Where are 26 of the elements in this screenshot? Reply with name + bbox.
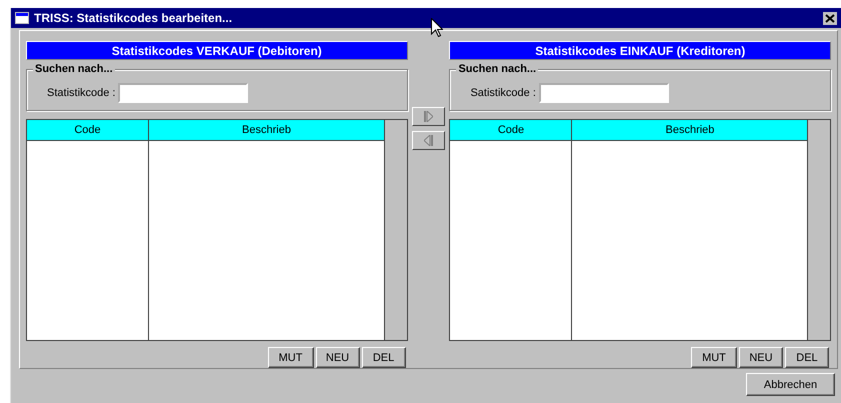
window-icon: [15, 12, 29, 24]
transfer-button[interactable]: [412, 131, 445, 150]
action-button[interactable]: MUT: [268, 347, 314, 368]
column-header: Beschrieb: [572, 120, 808, 141]
group-legend: Suchen nach...: [456, 63, 538, 75]
search-field[interactable]: [538, 82, 669, 103]
field-label: Statistikcode :: [47, 86, 116, 99]
action-button[interactable]: NEU: [316, 347, 360, 368]
cancel-button[interactable]: Abbrechen: [746, 373, 835, 396]
action-button[interactable]: NEU: [738, 347, 783, 368]
field-label: Satistikcode :: [470, 86, 536, 99]
action-button[interactable]: DEL: [362, 347, 406, 368]
panel-header: Statistikcodes VERKAUF (Debitoren): [26, 41, 408, 60]
group-legend: Suchen nach...: [33, 63, 115, 75]
column-header: Code: [450, 120, 572, 141]
action-button[interactable]: MUT: [690, 347, 737, 368]
search-field[interactable]: [118, 82, 248, 103]
panel-header: Statistikcodes EINKAUF (Kreditoren): [449, 41, 831, 60]
column-header: Beschrieb: [149, 120, 384, 141]
transfer-button[interactable]: [412, 107, 445, 126]
action-button[interactable]: DEL: [784, 347, 829, 368]
window-title: TRISS: Statistikcodes bearbeiten...: [34, 11, 234, 25]
close-icon[interactable]: [823, 12, 837, 24]
column-header: Code: [27, 120, 148, 141]
right-arrow-icon: [424, 111, 433, 122]
left-arrow-icon: [424, 135, 433, 146]
